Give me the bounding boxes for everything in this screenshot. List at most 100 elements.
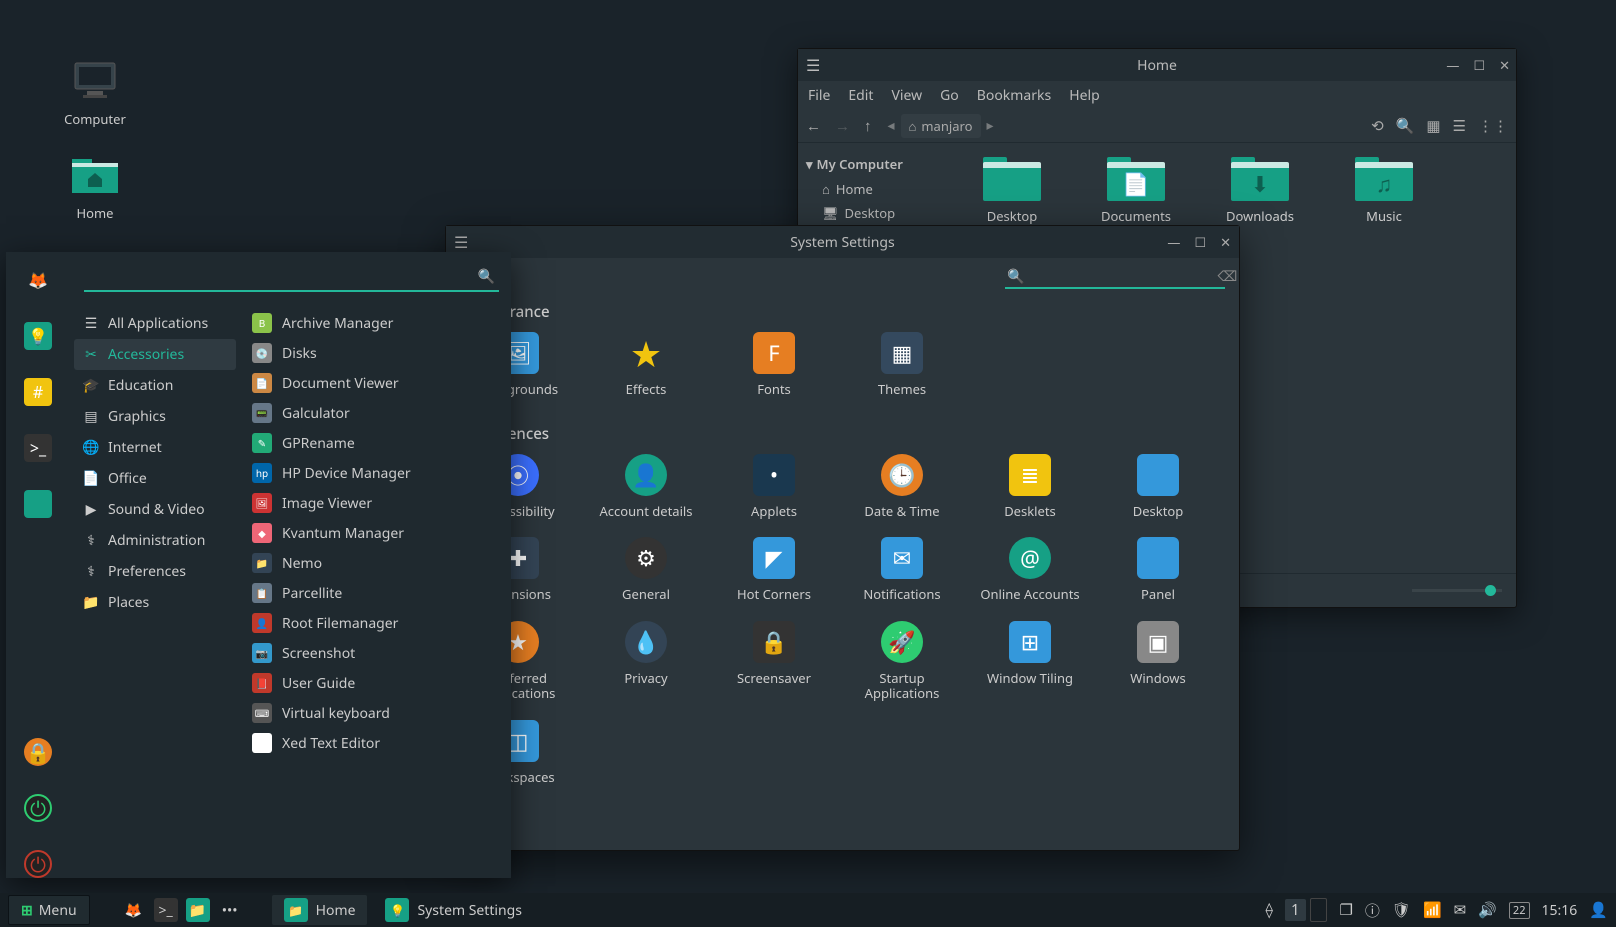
minimize-button[interactable]: —	[1446, 56, 1459, 74]
shield-icon[interactable]: 🛡	[1392, 900, 1411, 920]
path-prev-icon[interactable]: ◂	[888, 116, 895, 135]
files-icon[interactable]	[24, 490, 52, 518]
folder-item[interactable]: 📄Documents	[1092, 157, 1180, 226]
bulb-icon[interactable]: 💡	[24, 322, 52, 350]
menu-edit[interactable]: Edit	[848, 86, 873, 105]
app-item[interactable]: 📟Galculator	[246, 398, 505, 428]
category-item[interactable]: ▤Graphics	[74, 401, 236, 432]
more-launch[interactable]: •••	[218, 898, 242, 922]
app-item[interactable]: BArchive Manager	[246, 308, 505, 338]
search-icon[interactable]: 🔍	[1396, 116, 1415, 136]
task-button[interactable]: 📁Home	[272, 895, 368, 925]
power-icon[interactable]: ⏻	[24, 850, 52, 878]
settings-item[interactable]: ⊞Window Tiling	[976, 621, 1084, 702]
close-button[interactable]: ✕	[1220, 233, 1231, 251]
search-input[interactable]	[1030, 268, 1211, 284]
settings-item[interactable]: ⚙General	[592, 537, 700, 603]
sidebar-item[interactable]: 🖥Desktop	[804, 201, 952, 225]
terminal-icon[interactable]: >_	[24, 434, 52, 462]
user-icon[interactable]: 👤	[1589, 900, 1608, 920]
compact-view-icon[interactable]: ⋮⋮	[1478, 116, 1508, 136]
firefox-launch[interactable]: 🦊	[122, 898, 146, 922]
app-item[interactable]: 📷Screenshot	[246, 638, 505, 668]
settings-item[interactable]: 🔒Screensaver	[720, 621, 828, 702]
network-icon[interactable]: 📶	[1423, 900, 1442, 920]
list-view-icon[interactable]: ☰	[1453, 116, 1466, 136]
folder-item[interactable]: Desktop	[968, 157, 1056, 226]
hamburger-icon[interactable]: ☰	[454, 231, 468, 253]
terminal-launch[interactable]: >_	[154, 898, 178, 922]
app-item[interactable]: 📄Document Viewer	[246, 368, 505, 398]
settings-item[interactable]: ★Effects	[592, 332, 700, 398]
maximize-button[interactable]: ☐	[1473, 56, 1485, 74]
desktop-home[interactable]: Home	[45, 150, 145, 223]
category-item[interactable]: ▶Sound & Video	[74, 494, 236, 525]
app-item[interactable]: ✎Xed Text Editor	[246, 728, 505, 758]
titlebar[interactable]: ☰ System Settings — ☐ ✕	[446, 226, 1239, 258]
task-button[interactable]: 💡System Settings	[373, 895, 533, 925]
volume-icon[interactable]: 🔊	[1478, 900, 1497, 920]
notification-icon[interactable]: ✉	[1454, 900, 1467, 920]
app-item[interactable]: 📕User Guide	[246, 668, 505, 698]
note-icon[interactable]: #	[24, 378, 52, 406]
workspace-switcher[interactable]: 1	[1285, 898, 1328, 922]
app-item[interactable]: ✎GPRename	[246, 428, 505, 458]
zoom-slider[interactable]	[1412, 589, 1502, 592]
desktop-computer[interactable]: Computer	[45, 56, 145, 129]
category-item[interactable]: ⚕Administration	[74, 525, 236, 556]
menu-go[interactable]: Go	[940, 86, 959, 105]
battery-icon[interactable]: 22	[1509, 902, 1530, 919]
settings-item[interactable]: ≣Desklets	[976, 454, 1084, 520]
sidebar-item[interactable]: ⌂Home	[804, 177, 952, 201]
settings-item[interactable]: 🕒Date & Time	[848, 454, 956, 520]
settings-item[interactable]: @Online Accounts	[976, 537, 1084, 603]
titlebar[interactable]: ☰ Home — ☐ ✕	[798, 49, 1516, 81]
app-item[interactable]: 📋Parcellite	[246, 578, 505, 608]
category-item[interactable]: 🌐Internet	[74, 432, 236, 463]
menu-view[interactable]: View	[891, 86, 922, 105]
folder-item[interactable]: ♫Music	[1340, 157, 1428, 226]
category-item[interactable]: ☰All Applications	[74, 308, 236, 339]
logout-icon[interactable]: ⏻	[24, 794, 52, 822]
category-item[interactable]: 🎓Education	[74, 370, 236, 401]
forward-button[interactable]: →	[835, 116, 850, 136]
clock[interactable]: 15:16	[1542, 901, 1578, 920]
settings-item[interactable]: ◤Hot Corners	[720, 537, 828, 603]
settings-item[interactable]: ▦Themes	[848, 332, 956, 398]
settings-item[interactable]: 💧Privacy	[592, 621, 700, 702]
info-icon[interactable]: ⓘ	[1365, 900, 1380, 921]
app-item[interactable]: 📁Nemo	[246, 548, 505, 578]
maximize-button[interactable]: ☐	[1194, 233, 1206, 251]
sidebar-header[interactable]: ▾My Computer	[804, 151, 952, 177]
settings-item[interactable]: ✉Notifications	[848, 537, 956, 603]
close-button[interactable]: ✕	[1499, 56, 1510, 74]
app-item[interactable]: 🖼Image Viewer	[246, 488, 505, 518]
folder-item[interactable]: ⬇Downloads	[1216, 157, 1304, 226]
toggle-path-icon[interactable]: ⟲	[1371, 116, 1384, 136]
settings-item[interactable]: 🚀Startup Applications	[848, 621, 956, 702]
settings-item[interactable]: FFonts	[720, 332, 828, 398]
settings-item[interactable]: 👤Account details	[592, 454, 700, 520]
app-item[interactable]: ⌨Virtual keyboard	[246, 698, 505, 728]
category-item[interactable]: 📁Places	[74, 587, 236, 618]
window-list-icon[interactable]: ❐	[1339, 900, 1352, 920]
firefox-icon[interactable]: 🦊	[24, 266, 52, 294]
icon-view-icon[interactable]: ▦	[1426, 116, 1440, 136]
breadcrumb[interactable]: ⌂ manjaro	[901, 114, 981, 138]
clear-icon[interactable]: ⌫	[1217, 267, 1237, 286]
category-item[interactable]: ⚕Preferences	[74, 556, 236, 587]
settings-item[interactable]: ▣Windows	[1104, 621, 1212, 702]
minimize-button[interactable]: —	[1167, 233, 1180, 251]
hamburger-icon[interactable]: ☰	[806, 49, 820, 81]
app-item[interactable]: ◆Kvantum Manager	[246, 518, 505, 548]
menu-help[interactable]: Help	[1069, 86, 1100, 105]
category-item[interactable]: ✂Accessories	[74, 339, 236, 370]
files-launch[interactable]: 📁	[186, 898, 210, 922]
menu-button[interactable]: ⊞ Menu	[8, 895, 90, 925]
category-item[interactable]: 📄Office	[74, 463, 236, 494]
settings-item[interactable]: Desktop	[1104, 454, 1212, 520]
menu-bookmarks[interactable]: Bookmarks	[977, 86, 1051, 105]
lock-icon[interactable]: 🔒	[24, 738, 52, 766]
app-item[interactable]: hpHP Device Manager	[246, 458, 505, 488]
up-button[interactable]: ↑	[864, 116, 872, 136]
